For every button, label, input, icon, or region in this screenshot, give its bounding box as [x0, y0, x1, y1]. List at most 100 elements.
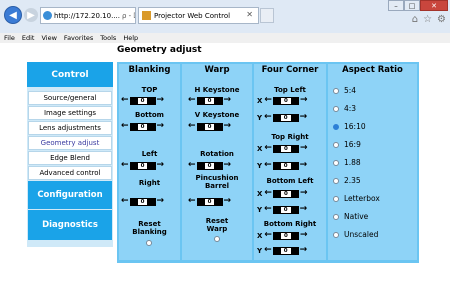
left-arrow-icon[interactable]: ← [264, 246, 272, 255]
sidebar-item-edge-blend[interactable]: Edge Blend [28, 151, 112, 165]
radio-icon[interactable] [333, 213, 339, 220]
favorites-star-icon[interactable]: ☆ [423, 14, 432, 25]
radio-selected-icon[interactable] [333, 123, 339, 130]
window-close-icon[interactable]: ✕ [420, 0, 448, 11]
aspect-option-5-4[interactable]: 5:4 [333, 86, 356, 95]
aspect-option-native[interactable]: Native [333, 212, 368, 221]
address-tools[interactable]: ρ - ⌧ ↻ ✕ [122, 12, 135, 20]
right-arrow-icon[interactable]: → [300, 96, 308, 105]
sidebar-item-image-settings[interactable]: Image settings [28, 106, 112, 120]
left-arrow-icon[interactable]: ← [264, 231, 272, 240]
left-arrow-icon[interactable]: ← [264, 205, 272, 214]
reset-blanking-button[interactable] [146, 240, 152, 246]
left-arrow-icon[interactable]: ← [188, 122, 196, 131]
right-arrow-icon[interactable]: → [157, 122, 165, 131]
sidebar-item-advanced-control[interactable]: Advanced control [28, 166, 112, 180]
left-arrow-icon[interactable]: ← [264, 96, 272, 105]
back-icon[interactable]: ◀ [4, 6, 22, 24]
right-arrow-icon[interactable]: → [300, 189, 308, 198]
sidebar-configuration[interactable]: Configuration [28, 181, 112, 209]
right-arrow-icon[interactable]: → [157, 96, 165, 105]
menu-help[interactable]: Help [123, 34, 138, 42]
aspect-option-unscaled[interactable]: Unscaled [333, 230, 378, 239]
bottom-right-y-value: 0 [280, 247, 291, 254]
right-arrow-icon[interactable]: → [300, 161, 308, 170]
v-keystone-label: V Keystone [194, 111, 240, 119]
right-arrow-icon[interactable]: → [300, 246, 308, 255]
menu-tools[interactable]: Tools [100, 34, 116, 42]
blanking-bottom-value: 0 [137, 123, 148, 130]
blanking-bottom-label: Bottom [135, 111, 164, 119]
close-tab-icon[interactable]: ✕ [246, 10, 253, 19]
aspect-option-label: 2.35 [344, 176, 361, 185]
aspect-option-label: Unscaled [344, 230, 379, 239]
sidebar-item-geometry-adjust[interactable]: Geometry adjust [28, 136, 112, 150]
left-arrow-icon[interactable]: ← [121, 122, 129, 131]
right-arrow-icon[interactable]: → [224, 161, 232, 170]
radio-icon[interactable] [333, 231, 339, 238]
radio-icon[interactable] [333, 141, 339, 148]
left-arrow-icon[interactable]: ← [121, 161, 129, 170]
radio-icon[interactable] [333, 105, 339, 112]
forward-icon[interactable]: ▶ [24, 8, 38, 22]
h-keystone-control: ← 0 → [188, 96, 231, 105]
x-label: X [257, 144, 263, 153]
home-icon[interactable]: ⌂ [412, 14, 418, 25]
aspect-option-4-3[interactable]: 4:3 [333, 104, 356, 113]
menu-file[interactable]: File [4, 34, 15, 42]
right-arrow-icon[interactable]: → [300, 144, 308, 153]
pincushion-control: ← 0 → [188, 197, 231, 206]
sidebar-item-source-general[interactable]: Source/general [28, 91, 112, 105]
bottom-right-x-box: 0 [272, 231, 299, 240]
rotation-label: Rotation [200, 150, 234, 158]
right-arrow-icon[interactable]: → [224, 96, 232, 105]
left-arrow-icon[interactable]: ← [188, 161, 196, 170]
radio-icon[interactable] [333, 87, 339, 94]
left-arrow-icon[interactable]: ← [264, 161, 272, 170]
blanking-right-value-box: 0 [129, 197, 156, 206]
maximize-icon[interactable]: □ [404, 0, 420, 11]
left-arrow-icon[interactable]: ← [264, 189, 272, 198]
left-arrow-icon[interactable]: ← [121, 96, 129, 105]
aspect-option-label: 16:10 [344, 122, 366, 131]
right-arrow-icon[interactable]: → [157, 161, 165, 170]
right-arrow-icon[interactable]: → [300, 231, 308, 240]
left-arrow-icon[interactable]: ← [264, 113, 272, 122]
sidebar-header-control[interactable]: Control [27, 62, 113, 87]
top-right-x-value: 0 [281, 145, 291, 152]
menu-edit[interactable]: Edit [22, 34, 35, 42]
menu-view[interactable]: View [41, 34, 56, 42]
right-arrow-icon[interactable]: → [224, 122, 232, 131]
aspect-option-letterbox[interactable]: Letterbox [333, 194, 380, 203]
aspect-option-16-9[interactable]: 16:9 [333, 140, 361, 149]
radio-icon[interactable] [333, 159, 339, 166]
menu-favorites[interactable]: Favorites [64, 34, 93, 42]
right-arrow-icon[interactable]: → [157, 197, 165, 206]
address-bar[interactable]: http://172.20.10.... ρ - ⌧ ↻ ✕ [40, 7, 136, 24]
blanking-bottom-control: ← 0 → [121, 122, 164, 131]
aspect-option-16-10[interactable]: 16:10 [333, 122, 366, 131]
aspect-ratio-column: Aspect Ratio 5:4 4:3 16:10 16:9 1.88 2.3… [328, 64, 417, 260]
left-arrow-icon[interactable]: ← [188, 197, 196, 206]
aspect-option-1-88[interactable]: 1.88 [333, 158, 361, 167]
radio-icon[interactable] [333, 177, 339, 184]
browser-tab[interactable]: Projector Web Control ✕ [138, 7, 259, 24]
settings-gear-icon[interactable]: ⚙ [437, 14, 446, 25]
reset-warp-button[interactable] [214, 236, 220, 242]
new-tab-button[interactable] [260, 8, 274, 23]
left-arrow-icon[interactable]: ← [188, 96, 196, 105]
right-arrow-icon[interactable]: → [300, 113, 308, 122]
right-arrow-icon[interactable]: → [224, 197, 232, 206]
blanking-top-value: 0 [137, 97, 148, 104]
sidebar-item-lens-adjustments[interactable]: Lens adjustments [28, 121, 112, 135]
bottom-right-x-value: 0 [281, 232, 291, 239]
sidebar: Control Source/general Image settings Le… [27, 62, 113, 247]
left-arrow-icon[interactable]: ← [264, 144, 272, 153]
right-arrow-icon[interactable]: → [300, 205, 308, 214]
aspect-option-2-35[interactable]: 2.35 [333, 176, 361, 185]
left-arrow-icon[interactable]: ← [121, 197, 129, 206]
sidebar-diagnostics[interactable]: Diagnostics [28, 210, 112, 240]
radio-icon[interactable] [333, 195, 339, 202]
bottom-right-label: Bottom Right [263, 220, 317, 228]
minimize-icon[interactable]: – [388, 0, 404, 11]
